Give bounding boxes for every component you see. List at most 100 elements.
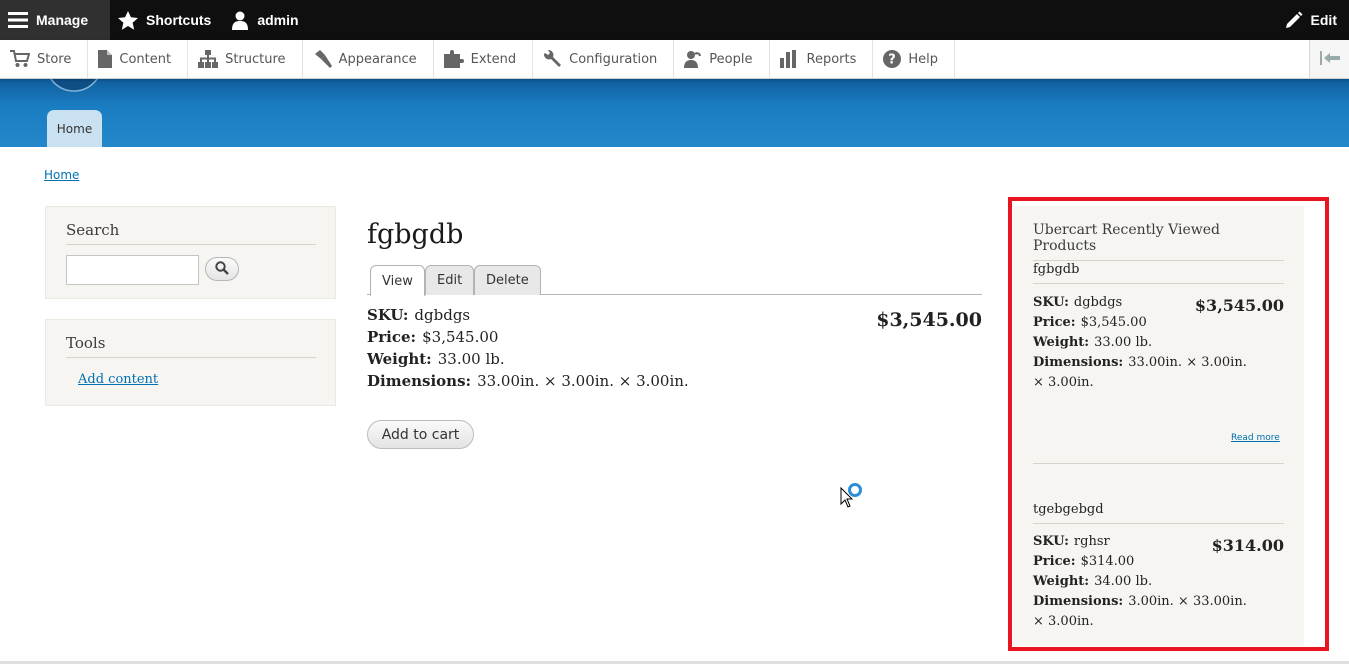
product-price: Price: $3,545.00 xyxy=(367,328,498,346)
shortcuts-button[interactable]: Shortcuts xyxy=(110,0,223,40)
tray-item-content[interactable]: Content xyxy=(88,40,189,78)
recent-dimensions-label: Dimensions: xyxy=(1033,355,1124,370)
people-icon xyxy=(684,50,702,68)
tray-label-structure: Structure xyxy=(225,51,286,67)
hamburger-icon xyxy=(8,11,28,29)
search-input[interactable] xyxy=(66,255,199,285)
toolbar-orientation-toggle[interactable] xyxy=(1309,40,1349,78)
site-header: Home xyxy=(0,79,1349,147)
recent-product-name-link[interactable]: fgbgdb xyxy=(1033,262,1284,284)
local-tasks-tabs: View Edit Delete xyxy=(367,265,982,296)
sitemap-icon xyxy=(198,50,219,68)
edit-mode-label: Edit xyxy=(1310,12,1337,28)
recent-sku-label: SKU: xyxy=(1033,295,1069,310)
tray-label-reports: Reports xyxy=(806,51,857,67)
puzzle-icon xyxy=(443,50,464,68)
price-label: Price: xyxy=(367,328,417,346)
recent-product-price-line: Price: $3,545.00 xyxy=(1033,313,1147,333)
tray-label-help: Help xyxy=(908,51,939,67)
tray-label-configuration: Configuration xyxy=(569,51,658,67)
recent-sku-value: dgbdgs xyxy=(1073,295,1123,310)
bar-chart-icon xyxy=(779,50,800,68)
recent-product-name-link[interactable]: tgebgebgd xyxy=(1033,502,1284,524)
admin-tray: Store Content Structure Appearance Exten… xyxy=(0,40,1349,79)
search-block-title: Search xyxy=(66,221,316,245)
tray-label-store: Store xyxy=(37,51,72,67)
tray-item-structure[interactable]: Structure xyxy=(188,40,303,78)
weight-value: 33.00 lb. xyxy=(437,350,505,368)
tools-block: Tools Add content xyxy=(45,319,336,406)
weight-label: Weight: xyxy=(367,350,432,368)
person-icon xyxy=(231,11,249,30)
star-icon xyxy=(118,10,138,30)
tray-item-people[interactable]: People xyxy=(674,40,770,78)
user-button[interactable]: admin xyxy=(223,0,310,40)
tray-item-appearance[interactable]: Appearance xyxy=(303,40,434,78)
recent-sku-label: SKU: xyxy=(1033,534,1069,549)
page-title: fgbgdb xyxy=(367,219,464,250)
search-button[interactable] xyxy=(205,257,239,281)
dimensions-label: Dimensions: xyxy=(367,372,472,390)
recently-viewed-block: Ubercart Recently Viewed Products fgbgdb… xyxy=(1013,206,1304,646)
shortcuts-label: Shortcuts xyxy=(146,12,212,28)
tray-item-help[interactable]: ? Help xyxy=(873,40,956,78)
recent-product-price: $314.00 xyxy=(1211,536,1284,555)
recent-price-value: $314.00 xyxy=(1080,554,1135,569)
dimensions-value: 33.00in. × 3.00in. × 3.00in. xyxy=(477,372,689,390)
primary-nav-home[interactable]: Home xyxy=(47,110,102,147)
tray-label-people: People xyxy=(709,51,753,67)
product-sku: SKU: dgbdgs xyxy=(367,306,470,324)
recent-weight-label: Weight: xyxy=(1033,574,1090,589)
user-label: admin xyxy=(257,12,299,28)
sku-value: dgbdgs xyxy=(414,306,471,324)
manage-button[interactable]: Manage xyxy=(0,0,110,40)
cart-icon xyxy=(10,50,30,68)
paintbrush-icon xyxy=(313,50,332,68)
tab-view[interactable]: View xyxy=(370,265,425,296)
busy-cursor-icon xyxy=(839,482,865,510)
tab-delete[interactable]: Delete xyxy=(474,265,541,295)
search-icon xyxy=(215,260,229,279)
tray-item-extend[interactable]: Extend xyxy=(434,40,534,78)
admin-toolbar: Manage Shortcuts admin Edit xyxy=(0,0,1349,40)
recent-price-label: Price: xyxy=(1033,315,1076,330)
recent-product-weight: Weight: 33.00 lb. xyxy=(1033,333,1152,353)
document-icon xyxy=(98,50,113,68)
search-block: Search xyxy=(45,206,336,299)
help-icon: ? xyxy=(883,50,902,68)
recent-weight-value: 33.00 lb. xyxy=(1094,335,1153,350)
breadcrumb-home-link[interactable]: Home xyxy=(44,168,79,182)
add-to-cart-button[interactable]: Add to cart xyxy=(367,420,474,449)
pencil-icon xyxy=(1285,11,1303,29)
tray-label-extend: Extend xyxy=(470,51,517,67)
product-dimensions: Dimensions: 33.00in. × 3.00in. × 3.00in. xyxy=(367,372,689,390)
recent-product-dimensions: Dimensions: 3.00in. × 33.00in. × 3.00in. xyxy=(1033,592,1248,632)
svg-text:?: ? xyxy=(889,53,897,68)
recent-product-price: $3,545.00 xyxy=(1194,296,1284,315)
collapse-left-icon xyxy=(1319,50,1340,69)
recent-sku-value: rghsr xyxy=(1073,534,1110,549)
read-more-link[interactable]: Read more xyxy=(1231,433,1280,443)
recent-price-label: Price: xyxy=(1033,554,1076,569)
recent-product-price-line: Price: $314.00 xyxy=(1033,552,1134,572)
tray-item-reports[interactable]: Reports xyxy=(770,40,874,78)
recent-product-sku: SKU: rghsr xyxy=(1033,532,1110,552)
product-weight: Weight: 33.00 lb. xyxy=(367,350,505,368)
recent-product-divider xyxy=(1033,463,1284,464)
tools-block-title: Tools xyxy=(66,334,316,358)
price-value: $3,545.00 xyxy=(422,328,499,346)
recent-product-dimensions: Dimensions: 33.00in. × 3.00in. × 3.00in. xyxy=(1033,353,1248,393)
recent-dimensions-label: Dimensions: xyxy=(1033,594,1124,609)
recent-price-value: $3,545.00 xyxy=(1080,315,1147,330)
wrench-icon xyxy=(543,49,562,69)
recent-product-weight: Weight: 34.00 lb. xyxy=(1033,572,1152,592)
site-logo-icon[interactable] xyxy=(44,79,104,93)
display-price: $3,545.00 xyxy=(876,309,982,331)
recent-weight-value: 34.00 lb. xyxy=(1094,574,1153,589)
edit-mode-button[interactable]: Edit xyxy=(1277,0,1349,40)
tab-edit[interactable]: Edit xyxy=(425,265,475,295)
tray-item-configuration[interactable]: Configuration xyxy=(533,40,675,78)
add-content-link[interactable]: Add content xyxy=(78,372,158,387)
recently-viewed-title: Ubercart Recently Viewed Products xyxy=(1033,222,1284,261)
tray-item-store[interactable]: Store xyxy=(0,40,89,78)
